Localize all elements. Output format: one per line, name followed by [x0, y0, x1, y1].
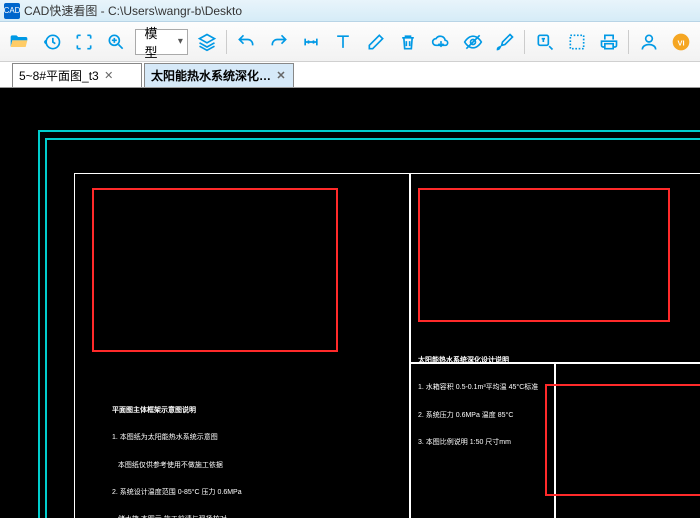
export-button[interactable] — [564, 28, 590, 56]
tab-label: 太阳能热水系统深化… — [151, 67, 271, 84]
model-select-label: 模型 — [144, 23, 168, 61]
drawing-notes-right: 太阳能热水系统深化设计说明 1. 水箱容积 0.5-0.1m³平均温 45°C标… — [418, 338, 538, 465]
undo-button[interactable] — [233, 28, 259, 56]
toolbar: 模型 VI — [0, 22, 700, 62]
tab-label: 5~8#平面图_t3 — [19, 67, 99, 84]
tabbar: 5~8#平面图_t3 ✕ 太阳能热水系统深化… ✕ — [0, 62, 700, 88]
tab-floorplan[interactable]: 5~8#平面图_t3 ✕ — [12, 63, 142, 87]
highlight-rect-3 — [545, 384, 700, 496]
notes-line: 1. 水箱容积 0.5-0.1m³平均温 45°C标准 — [418, 383, 538, 392]
print-button[interactable] — [596, 28, 622, 56]
layers-button[interactable] — [194, 28, 220, 56]
text-button[interactable] — [330, 28, 356, 56]
app-icon: CAD — [4, 3, 20, 19]
notes-title: 平面图主体框架示意图说明 — [112, 406, 242, 415]
close-icon[interactable]: ✕ — [275, 70, 287, 82]
notes-line: 2. 系统压力 0.6MPa 温度 85°C — [418, 411, 538, 420]
user-button[interactable] — [635, 28, 661, 56]
brush-button[interactable] — [492, 28, 518, 56]
redo-button[interactable] — [266, 28, 292, 56]
close-icon[interactable]: ✕ — [103, 70, 115, 82]
history-button[interactable] — [38, 28, 64, 56]
toolbar-divider — [628, 30, 629, 54]
window-title: CAD快速看图 - C:\Users\wangr-b\Deskto — [24, 2, 242, 19]
model-space-select[interactable]: 模型 — [135, 29, 187, 55]
notes-line: 1. 本图纸为太阳能热水系统示意图 — [112, 433, 242, 442]
zoom-extents-button[interactable] — [71, 28, 97, 56]
toolbar-divider — [524, 30, 525, 54]
delete-button[interactable] — [395, 28, 421, 56]
tab-solar-system[interactable]: 太阳能热水系统深化… ✕ — [144, 63, 294, 87]
drawing-canvas[interactable]: 平面图主体框架示意图说明 1. 本图纸为太阳能热水系统示意图 本图纸仅供参考使用… — [0, 88, 700, 518]
notes-line: 2. 系统设计温度范围 0-85°C 压力 0.6MPa — [112, 488, 242, 497]
zoom-button[interactable] — [103, 28, 129, 56]
notes-line: 本图纸仅供参考使用不做施工依据 — [112, 461, 242, 470]
notes-line: 3. 本图比例说明 1:50 尺寸mm — [418, 438, 538, 447]
svg-text:VI: VI — [677, 38, 684, 47]
titlebar: CAD CAD快速看图 - C:\Users\wangr-b\Deskto — [0, 0, 700, 22]
highlight-rect-1 — [92, 188, 338, 352]
open-file-button[interactable] — [6, 28, 32, 56]
find-text-button[interactable] — [531, 28, 557, 56]
eraser-button[interactable] — [363, 28, 389, 56]
cloud-download-button[interactable] — [427, 28, 453, 56]
notes-title: 太阳能热水系统深化设计说明 — [418, 356, 538, 365]
drawing-notes-left: 平面图主体框架示意图说明 1. 本图纸为太阳能热水系统示意图 本图纸仅供参考使用… — [112, 388, 242, 518]
measure-button[interactable] — [298, 28, 324, 56]
visibility-button[interactable] — [460, 28, 486, 56]
vip-button[interactable]: VI — [668, 28, 694, 56]
highlight-rect-2 — [418, 188, 670, 322]
toolbar-divider — [226, 30, 227, 54]
